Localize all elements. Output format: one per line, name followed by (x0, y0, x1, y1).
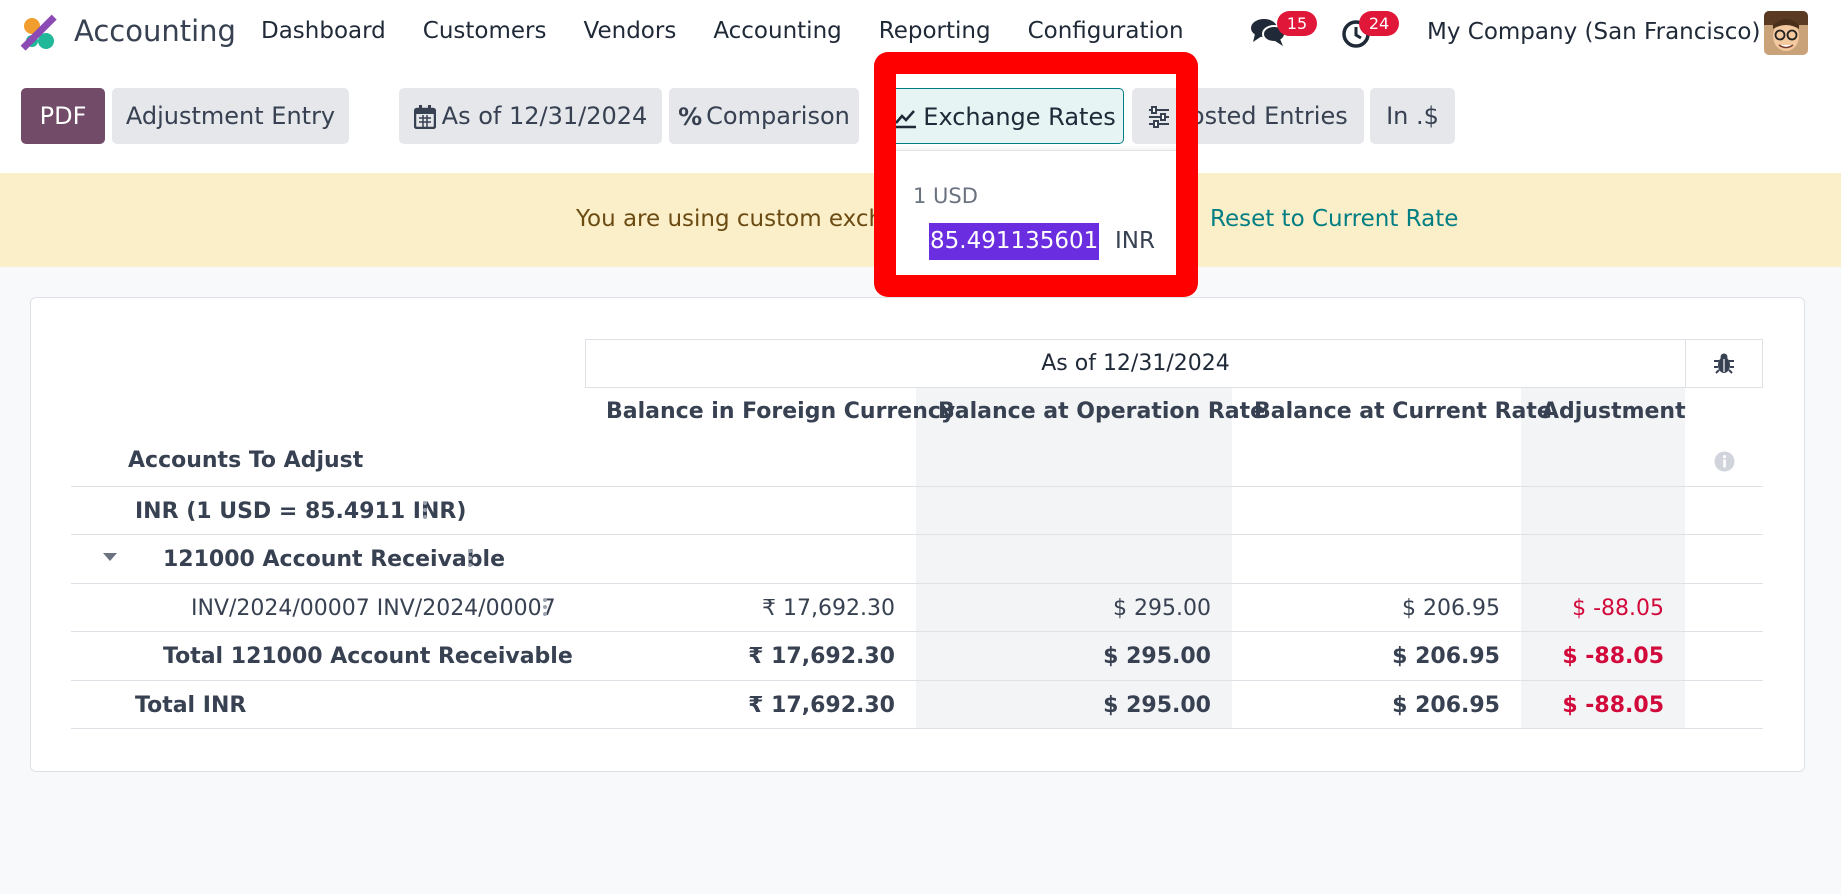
user-avatar[interactable] (1764, 11, 1808, 55)
odoo-logo-icon[interactable] (20, 14, 58, 52)
current-rate-cell: $ 206.95 (1392, 693, 1500, 718)
operation-rate-column-band (916, 388, 1232, 729)
posted-entries-button[interactable]: Posted Entries (1132, 88, 1364, 144)
info-icon[interactable] (1714, 451, 1735, 472)
row-divider (71, 486, 1763, 487)
top-navbar: Accounting Dashboard Customers Vendors A… (0, 0, 1841, 66)
column-adjustment[interactable]: Adjustment (1542, 399, 1686, 424)
exchange-rate-input[interactable] (929, 223, 1099, 260)
company-switcher[interactable]: My Company (San Francisco) (1427, 19, 1760, 45)
date-filter-label: As of 12/31/2024 (441, 102, 648, 130)
adjustment-cell: $ -88.05 (1562, 693, 1664, 718)
menu-configuration[interactable]: Configuration (1028, 18, 1184, 44)
base-currency-label: 1 USD (913, 184, 978, 208)
target-currency-label: INR (1115, 228, 1155, 254)
row-divider (71, 631, 1763, 632)
account-label[interactable]: 121000 Account Receivable (163, 547, 505, 572)
exchange-rates-popover (885, 150, 1182, 285)
menu-dashboard[interactable]: Dashboard (261, 18, 386, 44)
column-foreign-balance[interactable]: Balance in Foreign Currency (606, 399, 955, 424)
column-operation-rate[interactable]: Balance at Operation Rate (938, 399, 1265, 424)
adjustment-entry-button[interactable]: Adjustment Entry (112, 88, 349, 144)
operation-rate-cell: $ 295.00 (1103, 644, 1211, 669)
foreign-balance-cell: ₹ 17,692.30 (762, 596, 895, 621)
line-chart-icon (892, 108, 917, 129)
foreign-balance-cell: ₹ 17,692.30 (748, 644, 895, 669)
total-account-label: Total 121000 Account Receivable (163, 644, 573, 669)
accounts-to-adjust-header: Accounts To Adjust (128, 448, 364, 473)
current-rate-cell: $ 206.95 (1402, 596, 1500, 621)
caret-down-icon[interactable] (103, 553, 117, 561)
menu-vendors[interactable]: Vendors (584, 18, 677, 44)
row-divider (71, 728, 1763, 729)
app-title[interactable]: Accounting (74, 14, 236, 48)
posted-entries-label: Posted Entries (1176, 102, 1348, 130)
current-rate-cell: $ 206.95 (1392, 644, 1500, 669)
activities-badge: 24 (1359, 11, 1399, 36)
row-divider (71, 583, 1763, 584)
main-menu: Dashboard Customers Vendors Accounting R… (261, 18, 1221, 44)
invoice-line-label[interactable]: INV/2024/00007 INV/2024/00007 (191, 596, 556, 621)
comparison-button[interactable]: % Comparison (669, 88, 859, 144)
menu-reporting[interactable]: Reporting (879, 18, 991, 44)
sliders-icon (1149, 106, 1170, 128)
adjustment-column-band (1521, 388, 1685, 729)
control-panel: PDF Adjustment Entry As of 12/31/2024 % C… (0, 88, 1841, 144)
kebab-icon[interactable] (423, 501, 427, 519)
currency-group-label[interactable]: INR (1 USD = 85.4911 INR) (135, 499, 466, 524)
adjustment-cell: $ -88.05 (1572, 596, 1664, 621)
kebab-icon[interactable] (468, 549, 472, 567)
exchange-rates-label: Exchange Rates (923, 103, 1116, 131)
bug-icon[interactable] (1712, 351, 1736, 375)
total-currency-label: Total INR (135, 693, 247, 718)
column-current-rate[interactable]: Balance at Current Rate (1254, 399, 1552, 424)
reset-rates-link[interactable]: Reset to Current Rate (1210, 206, 1458, 232)
adjustment-cell: $ -88.05 (1562, 644, 1664, 669)
foreign-balance-cell: ₹ 17,692.30 (748, 693, 895, 718)
comparison-label: Comparison (706, 102, 850, 130)
pdf-button[interactable]: PDF (21, 88, 105, 144)
percent-icon: % (678, 103, 703, 131)
operation-rate-cell: $ 295.00 (1103, 693, 1211, 718)
messages-badge: 15 (1277, 11, 1317, 36)
kebab-icon[interactable] (543, 598, 547, 616)
row-divider (71, 534, 1763, 535)
calendar-icon (413, 105, 436, 129)
exchange-rates-button[interactable]: Exchange Rates (883, 88, 1124, 144)
operation-rate-cell: $ 295.00 (1113, 596, 1211, 621)
date-filter-button[interactable]: As of 12/31/2024 (399, 88, 662, 144)
currency-display-button[interactable]: In .$ (1370, 88, 1455, 144)
menu-customers[interactable]: Customers (423, 18, 547, 44)
row-divider (71, 680, 1763, 681)
menu-accounting[interactable]: Accounting (713, 18, 841, 44)
period-header: As of 12/31/2024 (1041, 351, 1230, 376)
